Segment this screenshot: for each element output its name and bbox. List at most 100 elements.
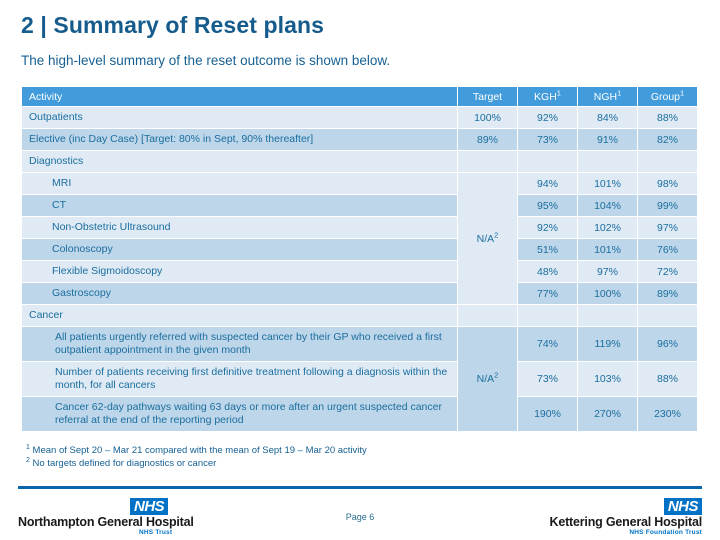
page-subtitle: The high-level summary of the reset outc… <box>21 53 391 68</box>
footnote-2-marker: 2 <box>26 456 30 464</box>
cell-target-cancer-na: N/A2 <box>458 327 517 431</box>
cell-kgh-ct: 95% <box>518 195 577 216</box>
na-label: N/A <box>476 232 495 245</box>
cell-kgh-elective: 73% <box>518 129 577 150</box>
cell-ngh-cancer-62-day: 270% <box>578 397 637 431</box>
cell-ngh-cancer-first-appointment: 119% <box>578 327 637 361</box>
footnote-1-text: Mean of Sept 20 – Mar 21 compared with t… <box>32 445 367 456</box>
cell-group-mri: 98% <box>638 173 697 194</box>
table-body: Outpatients 100% 92% 84% 88% Elective (i… <box>22 107 697 431</box>
cell-kgh-colonoscopy: 51% <box>518 239 577 260</box>
summary-table-wrapper: Activity Target KGH1 NGH1 Group1 Outpati… <box>21 86 697 432</box>
table-row: CT 95% 104% 99% <box>22 195 697 216</box>
logo-right-trust-name: Kettering General Hospital <box>549 515 703 529</box>
footnote-1: 1 Mean of Sept 20 – Mar 21 compared with… <box>26 443 367 458</box>
row-label-flexible-sigmoidoscopy: Flexible Sigmoidoscopy <box>22 261 457 282</box>
cell-group-outpatients: 88% <box>638 107 697 128</box>
logo-right-trust-type: NHS Foundation Trust <box>629 529 702 536</box>
column-header-kgh-label: KGH <box>534 90 557 103</box>
table-section-row-cancer: Cancer <box>22 305 697 326</box>
table-row: Elective (inc Day Case) [Target: 80% in … <box>22 129 697 150</box>
table-row: Flexible Sigmoidoscopy 48% 97% 72% <box>22 261 697 282</box>
footnote-2-text: No targets defined for diagnostics or ca… <box>32 457 217 469</box>
table-row: Colonoscopy 51% 101% 76% <box>22 239 697 260</box>
row-label-non-obstetric-ultrasound: Non-Obstetric Ultrasound <box>22 217 457 238</box>
table-row: Number of patients receiving first defin… <box>22 362 697 396</box>
cell-target-outpatients: 100% <box>458 107 517 128</box>
logo-northampton-general-hospital: NHS Northampton General Hospital NHS Tru… <box>18 496 248 536</box>
footnotes-block: 1 Mean of Sept 20 – Mar 21 compared with… <box>26 443 367 471</box>
row-label-gastroscopy: Gastroscopy <box>22 283 457 304</box>
column-header-group-footnote: 1 <box>680 88 685 97</box>
logo-left-trust-type: NHS Trust <box>139 529 173 536</box>
row-label-ct: CT <box>22 195 457 216</box>
footnote-2: 2 No targets defined for diagnostics or … <box>26 456 367 471</box>
cell-group-elective: 82% <box>638 129 697 150</box>
footer-divider <box>18 486 702 489</box>
table-head: Activity Target KGH1 NGH1 Group1 <box>22 87 697 106</box>
cell-group-cancer-first-treatment: 88% <box>638 362 697 396</box>
column-header-kgh-footnote: 1 <box>556 88 561 97</box>
row-label-cancer-first-treatment: Number of patients receiving first defin… <box>22 362 457 396</box>
cell-ngh-cancer <box>578 305 637 326</box>
cell-ngh-mri: 101% <box>578 173 637 194</box>
cell-group-non-obstetric-ultrasound: 97% <box>638 217 697 238</box>
table-header-row: Activity Target KGH1 NGH1 Group1 <box>22 87 697 106</box>
section-label-cancer: Cancer <box>22 305 457 326</box>
cell-group-cancer-62-day: 230% <box>638 397 697 431</box>
cell-ngh-ct: 104% <box>578 195 637 216</box>
na-label: N/A <box>476 373 495 385</box>
cell-kgh-cancer-62-day: 190% <box>518 397 577 431</box>
table-row: Gastroscopy 77% 100% 89% <box>22 283 697 304</box>
summary-table: Activity Target KGH1 NGH1 Group1 Outpati… <box>21 86 698 432</box>
cell-target-cancer <box>458 305 517 326</box>
column-header-group: Group1 <box>638 87 697 106</box>
table-row: MRI N/A2 94% 101% 98% <box>22 173 697 304</box>
nhs-logo-icon: NHS <box>130 498 169 515</box>
row-label-elective: Elective (inc Day Case) [Target: 80% in … <box>22 129 457 150</box>
column-header-kgh: KGH1 <box>518 87 577 106</box>
cell-ngh-diagnostics <box>578 151 637 172</box>
table-row: Outpatients 100% 92% 84% 88% <box>22 107 697 128</box>
cell-group-diagnostics <box>638 151 697 172</box>
cell-ngh-gastroscopy: 100% <box>578 283 637 304</box>
row-label-mri: MRI <box>22 173 457 194</box>
slide-canvas: 2 | Summary of Reset plans The high-leve… <box>0 0 720 540</box>
table-row: Non-Obstetric Ultrasound 92% 102% 97% <box>22 217 697 238</box>
cell-ngh-colonoscopy: 101% <box>578 239 637 260</box>
cell-ngh-outpatients: 84% <box>578 107 637 128</box>
na-footnote: 2 <box>494 230 499 239</box>
cell-target-elective: 89% <box>458 129 517 150</box>
column-header-target: Target <box>458 87 517 106</box>
table-row: All patients urgently referred with susp… <box>22 327 697 431</box>
row-label-cancer-first-appointment: All patients urgently referred with susp… <box>22 327 457 361</box>
cell-group-ct: 99% <box>638 195 697 216</box>
logo-kettering-general-hospital: NHS Kettering General Hospital NHS Found… <box>470 496 702 536</box>
column-header-activity: Activity <box>22 87 457 106</box>
cell-group-flexible-sigmoidoscopy: 72% <box>638 261 697 282</box>
cell-group-cancer <box>638 305 697 326</box>
page-title: 2 | Summary of Reset plans <box>21 12 325 38</box>
na-footnote: 2 <box>494 370 499 380</box>
footnote-1-marker: 1 <box>26 443 30 451</box>
cell-ngh-elective: 91% <box>578 129 637 150</box>
cell-ngh-cancer-first-treatment: 103% <box>578 362 637 396</box>
column-header-group-label: Group <box>650 90 680 103</box>
cell-ngh-non-obstetric-ultrasound: 102% <box>578 217 637 238</box>
cell-kgh-gastroscopy: 77% <box>518 283 577 304</box>
row-label-cancer-62-day: Cancer 62-day pathways waiting 63 days o… <box>22 397 457 431</box>
column-header-ngh-label: NGH <box>593 90 618 103</box>
cell-target-diagnostics-na: N/A2 <box>458 173 517 304</box>
section-label-diagnostics: Diagnostics <box>22 151 457 172</box>
table-row: Cancer 62-day pathways waiting 63 days o… <box>22 397 697 431</box>
logo-left-trust-name: Northampton General Hospital <box>18 515 194 529</box>
cell-kgh-outpatients: 92% <box>518 107 577 128</box>
cell-kgh-cancer-first-treatment: 73% <box>518 362 577 396</box>
cell-group-gastroscopy: 89% <box>638 283 697 304</box>
cell-kgh-diagnostics <box>518 151 577 172</box>
cell-kgh-non-obstetric-ultrasound: 92% <box>518 217 577 238</box>
column-header-ngh-footnote: 1 <box>617 88 622 97</box>
cell-kgh-cancer-first-appointment: 74% <box>518 327 577 361</box>
column-header-ngh: NGH1 <box>578 87 637 106</box>
cell-kgh-mri: 94% <box>518 173 577 194</box>
